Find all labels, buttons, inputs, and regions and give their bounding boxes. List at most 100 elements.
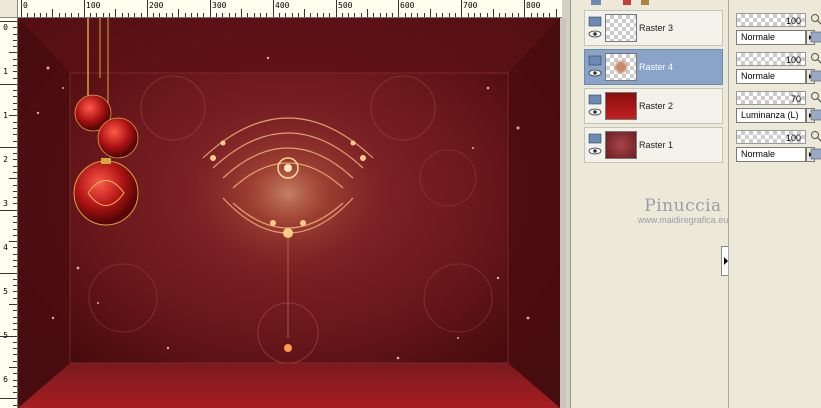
ruler-tick — [141, 13, 142, 17]
eye-icon[interactable] — [588, 15, 602, 43]
ruler-tick — [71, 13, 72, 17]
ruler-tick — [13, 229, 17, 230]
ruler-tick — [0, 21, 17, 22]
link-icon[interactable] — [810, 13, 821, 27]
ruler-tick — [13, 172, 17, 173]
ruler-tick — [13, 298, 17, 299]
ruler-tick — [449, 13, 450, 17]
ruler-tick — [13, 285, 17, 286]
layer-property-row: 70 Luminanza (L) — [734, 90, 821, 126]
ruler-tick — [115, 9, 116, 17]
ruler-tick — [13, 128, 17, 129]
layer-property-row: 100 Normale — [734, 51, 821, 87]
panel-toolbar-icons — [591, 0, 649, 5]
ruler-tick — [411, 13, 412, 17]
ruler-tick — [0, 210, 17, 211]
layer-row[interactable]: Raster 4 — [584, 49, 723, 85]
ruler-tick — [13, 373, 17, 374]
layer-name: Raster 4 — [639, 62, 674, 72]
layer-row[interactable]: Raster 3 — [584, 10, 723, 46]
blend-mode-select[interactable]: Luminanza (L) — [736, 108, 806, 123]
ruler-tick — [13, 46, 17, 47]
blend-mode-select[interactable]: Normale — [736, 30, 806, 45]
ruler-tick — [13, 386, 17, 387]
ruler-tick — [235, 13, 236, 17]
mask-icon[interactable] — [810, 108, 821, 123]
layer-row[interactable]: Raster 1 — [584, 127, 723, 163]
ruler-tick — [185, 13, 186, 17]
mask-icon[interactable] — [810, 69, 821, 84]
link-icon[interactable] — [810, 91, 821, 105]
ruler-tick — [499, 13, 500, 17]
link-icon[interactable] — [810, 52, 821, 66]
opacity-slider[interactable]: 100 — [736, 52, 806, 66]
ruler-tick — [405, 13, 406, 17]
image-canvas[interactable] — [18, 18, 560, 408]
horizontal-ruler: 0 100 200 300 400 500 600 700 800 — [18, 0, 562, 18]
canvas-scrollbar[interactable] — [560, 18, 566, 408]
ruler-tick — [505, 13, 506, 17]
ruler-tick — [354, 13, 355, 17]
ruler-tick — [13, 159, 17, 160]
layer-thumbnail — [605, 53, 637, 81]
mask-icon[interactable] — [810, 30, 821, 45]
ruler-tick — [254, 13, 255, 17]
opacity-slider[interactable]: 100 — [736, 13, 806, 27]
ruler-tick — [9, 178, 17, 179]
ruler-tick — [13, 361, 17, 362]
ruler-tick — [9, 241, 17, 242]
ruler-tick — [323, 13, 324, 17]
ruler-tick — [13, 71, 17, 72]
layer-property-row: 100 Normale — [734, 129, 821, 165]
eye-icon[interactable] — [588, 93, 602, 121]
ruler-tick — [13, 27, 17, 28]
ruler-tick — [531, 13, 532, 17]
ruler-tick — [13, 323, 17, 324]
ruler-tick — [0, 147, 17, 148]
ruler-label: 5 — [3, 287, 8, 296]
ruler-tick — [13, 134, 17, 135]
ruler-tick — [134, 13, 135, 17]
ruler-tick — [260, 13, 261, 17]
link-icon[interactable] — [810, 130, 821, 144]
ruler-tick — [153, 13, 154, 17]
ruler-tick — [279, 13, 280, 17]
blend-mode-select[interactable]: Normale — [736, 147, 806, 162]
ruler-tick — [13, 260, 17, 261]
ruler-label: 400 — [275, 1, 290, 10]
ruler-tick — [13, 405, 17, 406]
ruler-tick — [13, 354, 17, 355]
ruler-tick — [336, 0, 337, 17]
ruler-label: 4 — [3, 243, 8, 252]
ruler-tick — [380, 13, 381, 17]
ruler-tick — [178, 9, 179, 17]
ruler-tick — [13, 153, 17, 154]
ruler-tick — [13, 348, 17, 349]
layer-row[interactable]: Raster 2 — [584, 88, 723, 124]
ruler-tick — [90, 13, 91, 17]
eye-icon[interactable] — [588, 54, 602, 82]
blend-mode-select[interactable]: Normale — [736, 69, 806, 84]
layer-properties-panel: 100 Normale 100 Normale 70 Luminanza (L) 100 No… — [728, 0, 821, 408]
ruler-tick — [46, 13, 47, 17]
opacity-slider[interactable]: 100 — [736, 130, 806, 144]
ruler-tick — [549, 13, 550, 17]
ruler-tick — [191, 13, 192, 17]
ruler-tick — [13, 40, 17, 41]
ruler-label: 300 — [212, 1, 227, 10]
eye-icon[interactable] — [588, 132, 602, 160]
ruler-tick — [128, 13, 129, 17]
mask-icon[interactable] — [810, 147, 821, 162]
ruler-tick — [13, 103, 17, 104]
ruler-tick — [361, 13, 362, 17]
ruler-label: 600 — [400, 1, 415, 10]
ruler-tick — [292, 13, 293, 17]
layer-thumbnail — [605, 92, 637, 120]
ruler-label: 5 — [3, 331, 8, 340]
ruler-corner — [0, 0, 18, 18]
ruler-tick — [430, 9, 431, 17]
ruler-tick — [436, 13, 437, 17]
vertical-ruler: 0 1 1 2 3 4 5 5 6 — [0, 18, 18, 408]
opacity-slider[interactable]: 70 — [736, 91, 806, 105]
ruler-tick — [13, 235, 17, 236]
